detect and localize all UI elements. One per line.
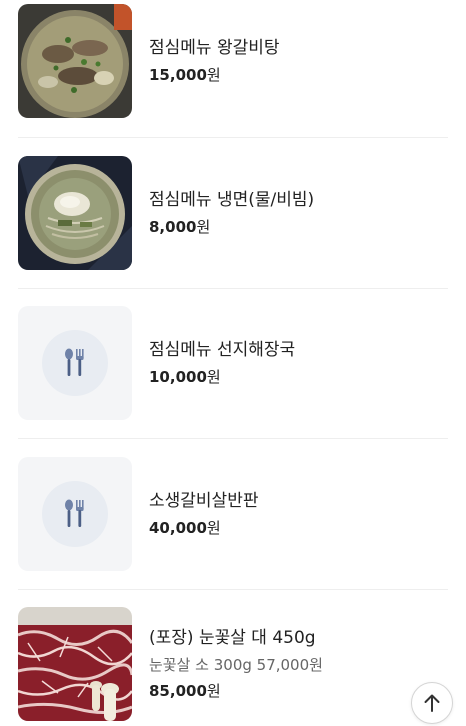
utensils-icon — [65, 348, 84, 376]
menu-item-price: 8,000원 — [149, 216, 314, 238]
menu-item-naengmyeon[interactable]: 점심메뉴 냉면(물/비빔) 8,000원 — [18, 156, 448, 270]
price-unit: 원 — [206, 66, 221, 84]
marbled-beef-photo — [18, 607, 132, 721]
menu-item-galbitang[interactable]: 점심메뉴 왕갈비탕 15,000원 — [18, 4, 448, 118]
image-placeholder — [18, 306, 132, 420]
placeholder-circle — [42, 481, 108, 547]
scroll-to-top-button[interactable] — [411, 682, 453, 724]
menu-item-name: 점심메뉴 냉면(물/비빔) — [149, 190, 315, 210]
menu-item-price: 85,000원 — [149, 680, 323, 702]
price-value: 15,000 — [149, 66, 207, 84]
price-value: 85,000 — [149, 682, 207, 700]
price-value: 10,000 — [149, 368, 207, 386]
menu-item-price: 10,000원 — [149, 366, 295, 388]
menu-item-info: 점심메뉴 선지해장국 10,000원 — [149, 338, 295, 388]
divider — [18, 288, 448, 289]
divider — [18, 438, 448, 439]
menu-item-description: 눈꽃살 소 300g 57,000원 — [149, 656, 323, 674]
price-unit: 원 — [206, 368, 221, 386]
menu-item-info: 점심메뉴 왕갈비탕 15,000원 — [149, 36, 280, 86]
menu-item-name: (포장) 눈꽃살 대 450g — [149, 628, 316, 648]
arrow-up-icon — [424, 694, 440, 712]
menu-item-nunkkotsal-large[interactable]: (포장) 눈꽃살 대 450g 눈꽃살 소 300g 57,000원 85,00… — [18, 607, 448, 721]
price-unit: 원 — [206, 682, 221, 700]
naengmyeon-photo — [18, 156, 132, 270]
galbitang-photo — [18, 4, 132, 118]
menu-item-info: 점심메뉴 냉면(물/비빔) 8,000원 — [149, 188, 314, 238]
utensils-icon — [65, 499, 84, 527]
placeholder-circle — [42, 330, 108, 396]
menu-item-price: 15,000원 — [149, 64, 280, 86]
menu-item-info: (포장) 눈꽃살 대 450g 눈꽃살 소 300g 57,000원 85,00… — [149, 626, 323, 702]
price-value: 8,000 — [149, 218, 197, 236]
menu-item-price: 40,000원 — [149, 517, 258, 539]
price-unit: 원 — [206, 519, 221, 537]
menu-item-galbisal-banpan[interactable]: 소생갈비살반판 40,000원 — [18, 457, 448, 571]
divider — [18, 137, 448, 138]
divider — [18, 589, 448, 590]
menu-item-name: 점심메뉴 선지해장국 — [149, 340, 296, 360]
menu-item-name: 점심메뉴 왕갈비탕 — [149, 38, 280, 58]
price-value: 40,000 — [149, 519, 207, 537]
menu-item-info: 소생갈비살반판 40,000원 — [149, 489, 258, 539]
price-unit: 원 — [196, 218, 211, 236]
menu-item-name: 소생갈비살반판 — [149, 491, 259, 511]
image-placeholder — [18, 457, 132, 571]
menu-item-seonji-haejangguk[interactable]: 점심메뉴 선지해장국 10,000원 — [18, 306, 448, 420]
